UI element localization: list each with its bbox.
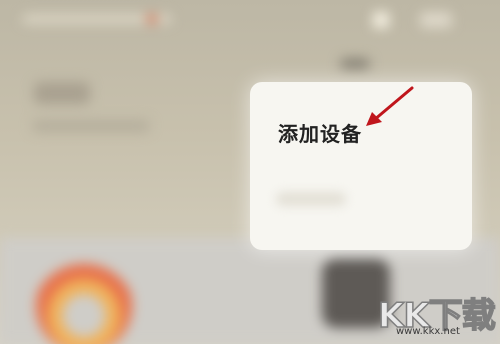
app-screen: 添加设备 KK下载 www.kkx.net xyxy=(0,0,500,344)
home-title-placeholder xyxy=(34,82,90,104)
home-subtitle-placeholder xyxy=(32,120,150,132)
arrow-icon xyxy=(366,86,414,126)
rainbow-icon xyxy=(36,258,132,344)
add-device-option[interactable]: 添加设备 xyxy=(278,118,362,147)
status-bar xyxy=(0,0,500,40)
notification-dot xyxy=(146,14,158,24)
square-icon[interactable] xyxy=(373,12,389,28)
menu-icon[interactable] xyxy=(420,12,452,28)
watermark: KK下载 www.kkx.net xyxy=(377,288,498,342)
watermark-url: www.kkx.net xyxy=(396,326,460,337)
popup-secondary-item[interactable] xyxy=(276,192,346,206)
top-indicator xyxy=(340,58,370,70)
